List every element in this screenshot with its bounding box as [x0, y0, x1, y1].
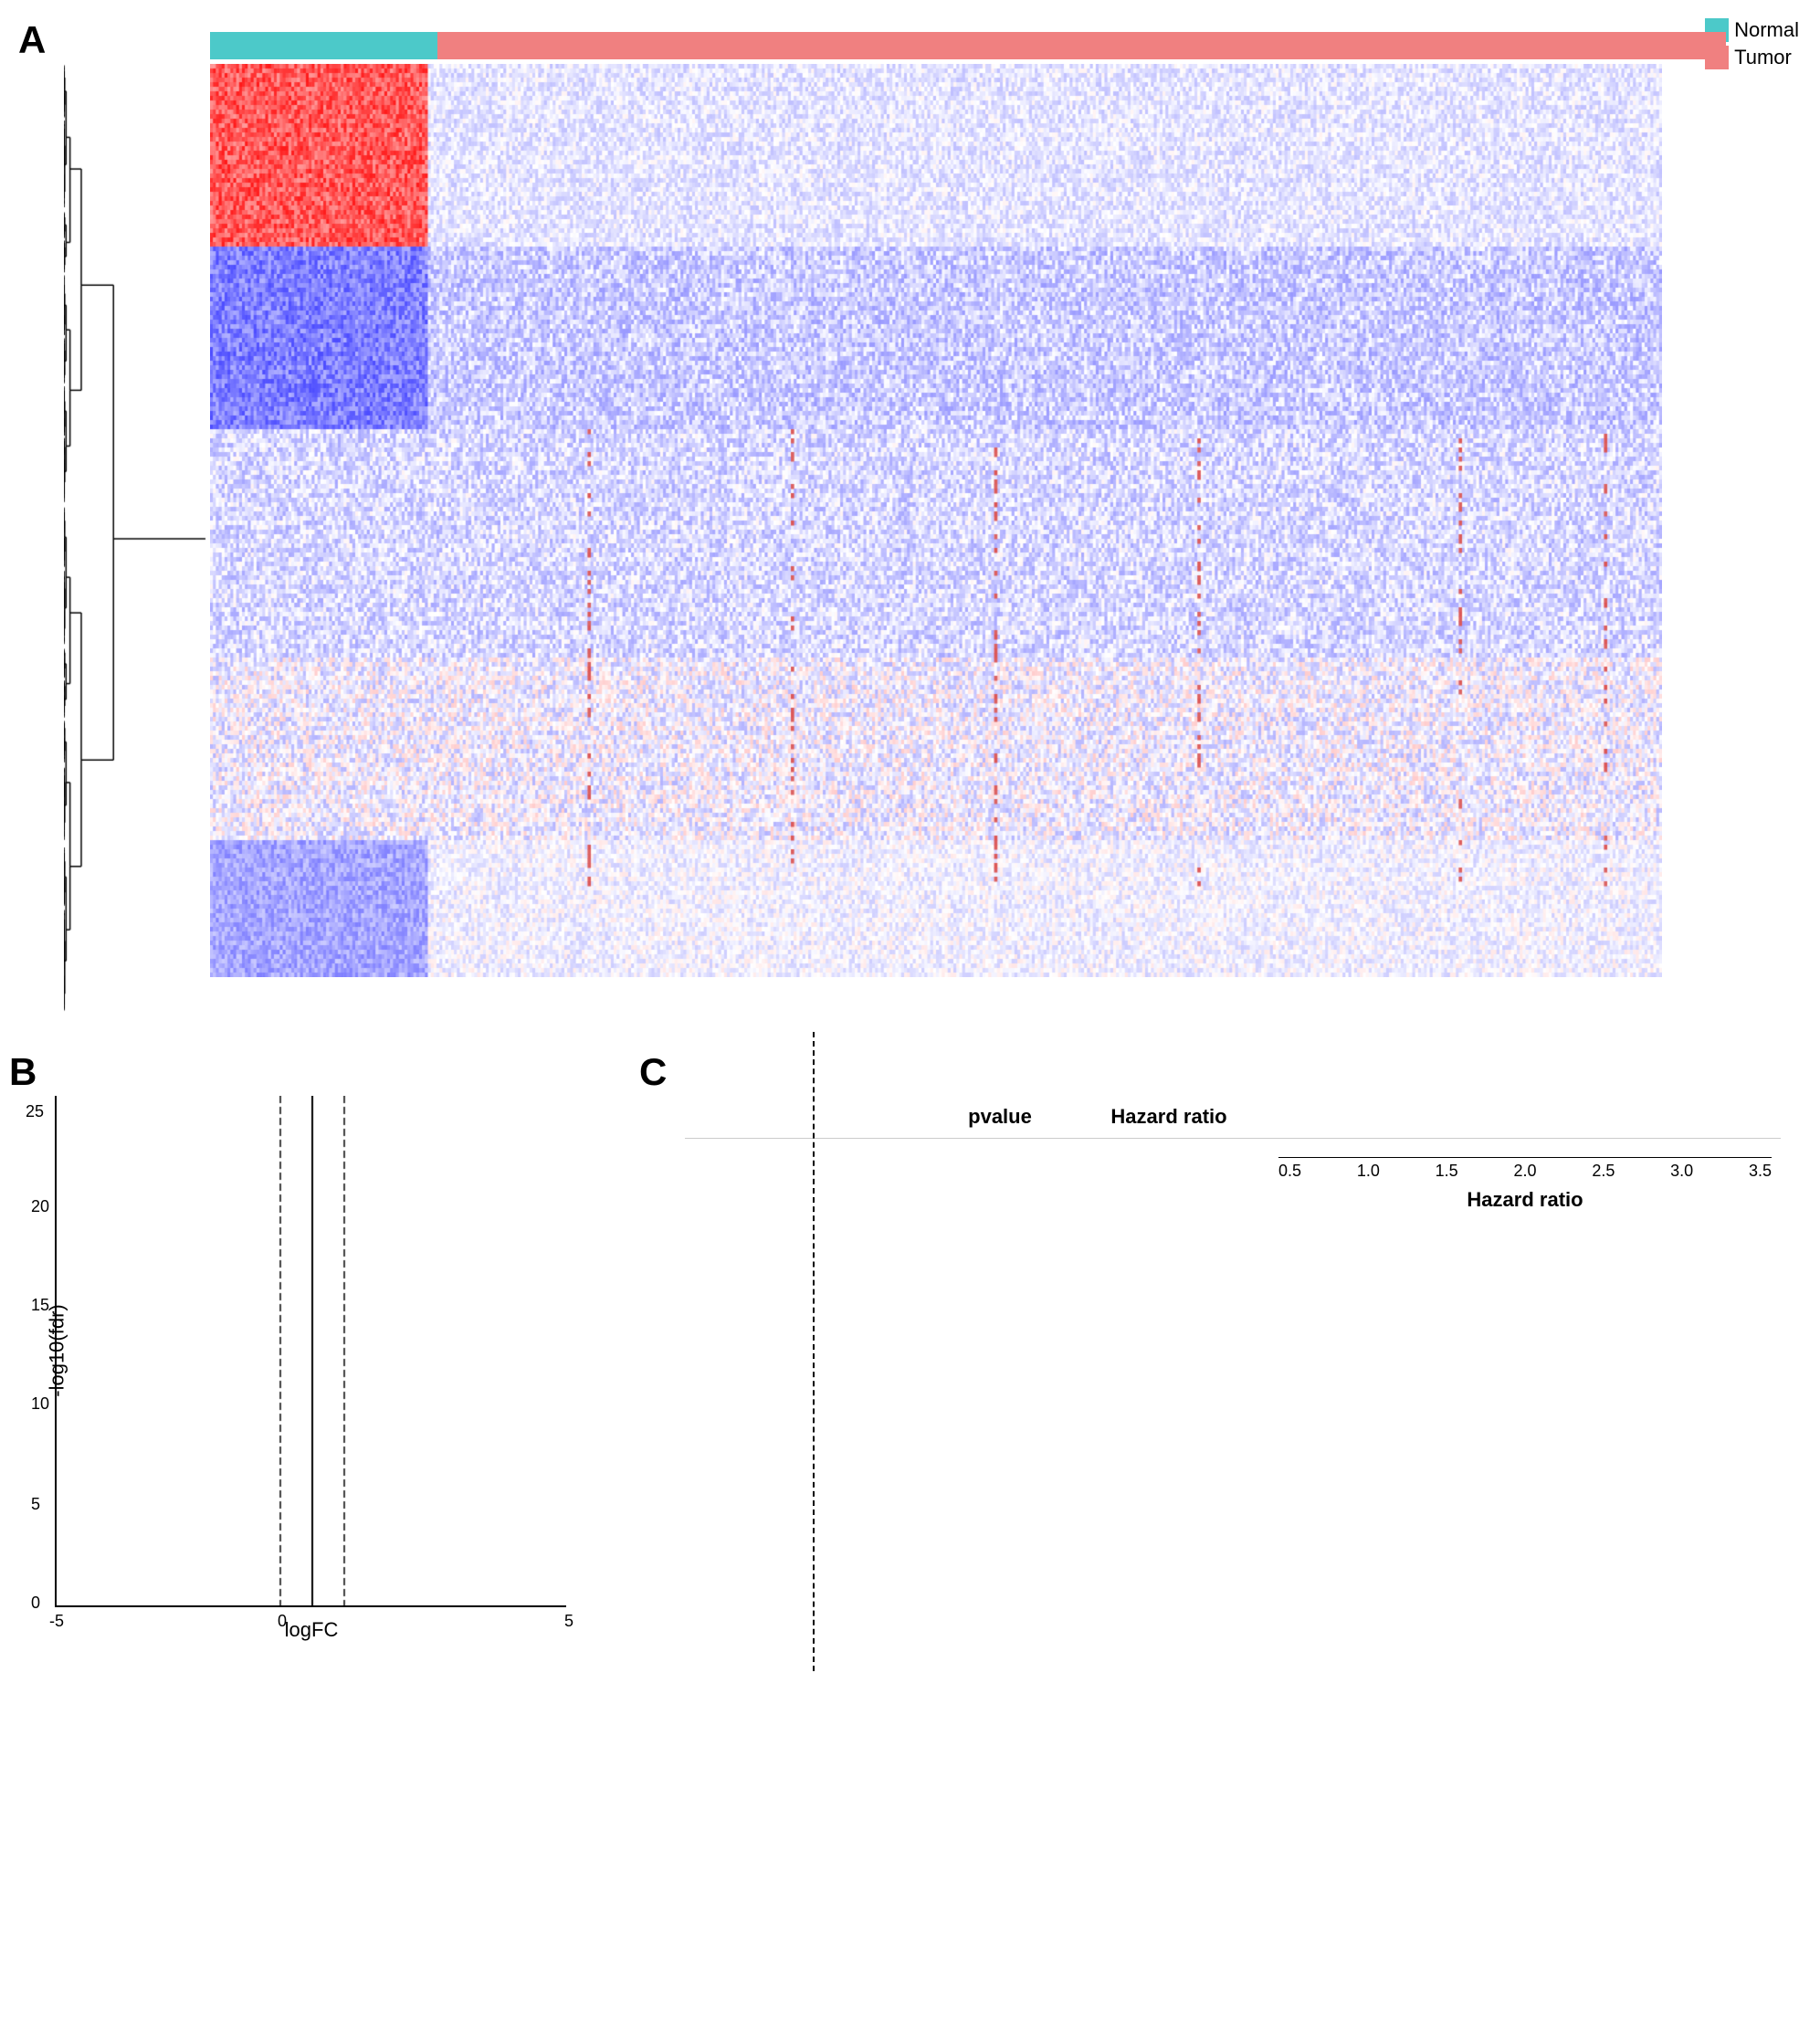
panel-a-label: A — [18, 18, 46, 62]
hr-tick-30: 3.0 — [1670, 1162, 1693, 1181]
color-bar — [210, 32, 1726, 59]
panel-b: B logFC -log10(fdr) -5 0 5 0 5 10 15 20 … — [9, 1050, 603, 1644]
reference-line — [813, 1032, 815, 1671]
x-tick-neg5: -5 — [49, 1612, 64, 1631]
color-bar-tumor — [437, 32, 1726, 59]
hr-axis-ticks: 0.5 1.0 1.5 2.0 2.5 3.0 3.5 — [1278, 1157, 1772, 1181]
panel-a: A Normal Tumor — [9, 9, 1808, 1014]
forest-header: pvalue Hazard ratio — [685, 1105, 1781, 1139]
heatmap-container: LINC01116LINC02082LINC01116-AS2LINC00476… — [64, 27, 1726, 1014]
y-tick-15: 15 — [31, 1296, 49, 1315]
panel-b-label: B — [9, 1050, 37, 1094]
dendrogram-left — [64, 64, 210, 1014]
volcano-x-axis-label: logFC — [285, 1618, 339, 1642]
volcano-area: logFC -log10(fdr) -5 0 5 0 5 10 15 20 25 — [55, 1096, 566, 1607]
forest-table: pvalue Hazard ratio 0.5 1.0 1.5 2.0 2.5 … — [685, 1105, 1781, 1212]
color-bar-normal — [210, 32, 437, 59]
heatmap-right-section: LINC01116LINC02082LINC01116-AS2LINC00476… — [210, 27, 1726, 1014]
panel-c-label: C — [639, 1050, 667, 1094]
panel-c: C pvalue Hazard ratio 0.5 1.0 1.5 2.0 2.… — [639, 1050, 1799, 1735]
header-pvalue: pvalue — [941, 1105, 1059, 1129]
volcano-canvas — [57, 1096, 568, 1607]
x-tick-5: 5 — [564, 1612, 573, 1631]
header-hr: Hazard ratio — [1059, 1105, 1278, 1129]
y-tick-20: 20 — [31, 1197, 49, 1216]
y-tick-10: 10 — [31, 1394, 49, 1414]
hr-tick-05: 0.5 — [1278, 1162, 1301, 1181]
header-plot — [1278, 1105, 1772, 1129]
y-tick-0: 0 — [31, 1594, 40, 1613]
volcano-y-axis-label: -log10(fdr) — [46, 1304, 69, 1396]
hr-tick-10: 1.0 — [1357, 1162, 1380, 1181]
hr-axis-container: 0.5 1.0 1.5 2.0 2.5 3.0 3.5 Hazard ratio — [685, 1157, 1781, 1212]
heatmap-canvas — [210, 64, 1662, 977]
legend-tumor-label: Tumor — [1734, 46, 1792, 69]
hr-tick-35: 3.5 — [1749, 1162, 1772, 1181]
heatmap-grid-container: LINC01116LINC02082LINC01116-AS2LINC00476… — [210, 64, 1726, 1014]
hr-tick-25: 2.5 — [1592, 1162, 1615, 1181]
color-bar-row — [210, 27, 1726, 64]
x-tick-0: 0 — [278, 1612, 287, 1631]
hr-tick-20: 2.0 — [1513, 1162, 1536, 1181]
y-tick-5: 5 — [31, 1495, 40, 1514]
y-tick-25: 25 — [26, 1102, 44, 1121]
legend-normal-label: Normal — [1734, 18, 1799, 42]
hr-axis-label: Hazard ratio — [1278, 1188, 1772, 1212]
hr-tick-15: 1.5 — [1436, 1162, 1458, 1181]
